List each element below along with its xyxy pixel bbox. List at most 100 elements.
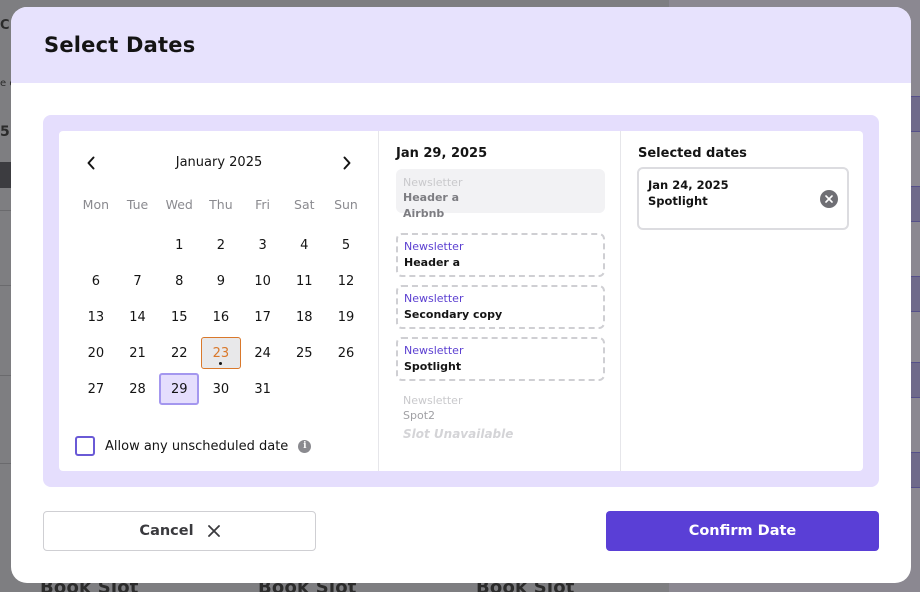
calendar-blank: [117, 227, 159, 263]
calendar-day[interactable]: 20: [75, 335, 117, 371]
date-picker-panel: January 2025 Mon Tue Wed Thu Fri Sat Sun 12345…: [43, 115, 879, 487]
date-picker-content: January 2025 Mon Tue Wed Thu Fri Sat Sun 12345…: [59, 131, 863, 471]
calendar-day[interactable]: 12: [325, 263, 367, 299]
selected-slot-name: Spotlight: [648, 194, 708, 208]
allow-unscheduled: Allow any unscheduled date i: [75, 436, 312, 456]
month-label: January 2025: [175, 155, 263, 170]
calendar-day[interactable]: 13: [75, 299, 117, 335]
calendar-day[interactable]: 6: [75, 263, 117, 299]
day-number: 9: [216, 273, 226, 289]
slot-type: Newsletter: [404, 344, 464, 357]
calendar-day[interactable]: 10: [242, 263, 284, 299]
day-number: 17: [254, 309, 271, 325]
confirm-date-button[interactable]: Confirm Date: [606, 511, 879, 551]
calendar-day[interactable]: 14: [117, 299, 159, 335]
calendar-day[interactable]: 2: [200, 227, 242, 263]
calendar-nav: January 2025: [59, 155, 379, 171]
background-text: 5: [0, 124, 10, 140]
calendar-day[interactable]: 17: [242, 299, 284, 335]
slot-name: Secondary copy: [404, 308, 503, 321]
chevron-right-icon: [343, 156, 351, 170]
calendar-day[interactable]: 7: [117, 263, 159, 299]
calendar-day[interactable]: 4: [283, 227, 325, 263]
calendar-day[interactable]: 29: [158, 371, 200, 407]
calendar-day[interactable]: 27: [75, 371, 117, 407]
calendar-day[interactable]: 16: [200, 299, 242, 335]
calendar: January 2025 Mon Tue Wed Thu Fri Sat Sun 12345…: [59, 131, 379, 471]
calendar-day[interactable]: 23: [200, 335, 242, 371]
calendar-day[interactable]: 19: [325, 299, 367, 335]
day-number: 11: [296, 273, 313, 289]
day-number: 13: [87, 309, 105, 325]
slot-type: Newsletter: [403, 394, 463, 407]
calendar-day[interactable]: 8: [158, 263, 200, 299]
day-number: 25: [296, 345, 313, 361]
remove-selected-date-button[interactable]: [820, 190, 838, 208]
close-icon: [207, 525, 220, 537]
selected-date: Jan 24, 2025: [648, 178, 729, 192]
day-number: 3: [258, 237, 267, 253]
day-number: 6: [91, 273, 100, 289]
background-band: [910, 276, 920, 312]
calendar-day[interactable]: 26: [325, 335, 367, 371]
day-number: 23: [212, 345, 230, 361]
weekday-label: Wed: [165, 197, 193, 212]
slot-option[interactable]: Newsletter Spotlight: [396, 337, 605, 381]
background-text: C: [0, 18, 10, 33]
day-number: 21: [129, 345, 146, 361]
weekday-label: Fri: [255, 197, 271, 212]
calendar-day[interactable]: 28: [117, 371, 159, 407]
calendar-day[interactable]: 25: [283, 335, 325, 371]
slot-type: Newsletter: [403, 176, 463, 189]
weekday-label: Sat: [294, 197, 315, 212]
allow-unscheduled-checkbox[interactable]: [75, 436, 95, 456]
calendar-day[interactable]: 22: [158, 335, 200, 371]
modal-header: Select Dates: [11, 7, 911, 83]
day-number: 5: [341, 237, 351, 253]
calendar-day[interactable]: 1: [158, 227, 200, 263]
slot-option[interactable]: Newsletter Header a: [396, 233, 605, 277]
calendar-day[interactable]: 5: [325, 227, 367, 263]
prev-month-button[interactable]: [83, 155, 99, 171]
selected-dates-column: Selected dates Jan 24, 2025 Spotlight: [622, 131, 863, 471]
close-icon: [825, 195, 833, 203]
weekday-label: Thu: [209, 197, 233, 212]
calendar-day[interactable]: 30: [200, 371, 242, 407]
day-number: 18: [296, 309, 313, 325]
slot-status: Slot Unavailable: [403, 427, 514, 441]
slot-type: Newsletter: [404, 292, 464, 305]
slot-option[interactable]: Newsletter Secondary copy: [396, 285, 605, 329]
confirm-label: Confirm Date: [688, 523, 797, 539]
day-number: 1: [175, 237, 184, 253]
calendar-day[interactable]: 24: [242, 335, 284, 371]
day-number: 2: [216, 237, 226, 253]
day-number: 10: [254, 273, 271, 289]
day-number: 4: [300, 237, 309, 253]
calendar-day[interactable]: 21: [117, 335, 159, 371]
slot-name: Header a: [404, 256, 461, 269]
select-dates-modal: Select Dates January 2025 Mon Tue Wed Thu Fr…: [11, 7, 911, 583]
slots-date: Jan 29, 2025: [396, 146, 488, 161]
calendar-day[interactable]: 3: [242, 227, 284, 263]
background-band: [910, 452, 920, 488]
day-number: 29: [170, 381, 188, 397]
slot-name: Spotlight: [404, 360, 462, 373]
slot-unavailable: Newsletter Spot2 Slot Unavailable: [396, 387, 605, 441]
background-band: [910, 186, 920, 222]
calendar-day[interactable]: 31: [242, 371, 284, 407]
calendar-day[interactable]: 15: [158, 299, 200, 335]
calendar-day[interactable]: 11: [283, 263, 325, 299]
cancel-button[interactable]: Cancel: [43, 511, 316, 551]
calendar-day[interactable]: 18: [283, 299, 325, 335]
calendar-day[interactable]: 9: [200, 263, 242, 299]
info-icon[interactable]: i: [298, 439, 312, 453]
weekday-label: Mon: [82, 197, 110, 212]
allow-unscheduled-label: Allow any unscheduled date: [105, 438, 289, 454]
modal-title: Select Dates: [44, 33, 196, 57]
day-number: 12: [337, 273, 355, 289]
day-number: 16: [212, 309, 230, 325]
day-number: 20: [87, 345, 105, 361]
slots-column: Jan 29, 2025 Newsletter Header a Airbnb …: [380, 131, 621, 471]
slot-company: Airbnb: [403, 207, 445, 220]
next-month-button[interactable]: [339, 155, 355, 171]
